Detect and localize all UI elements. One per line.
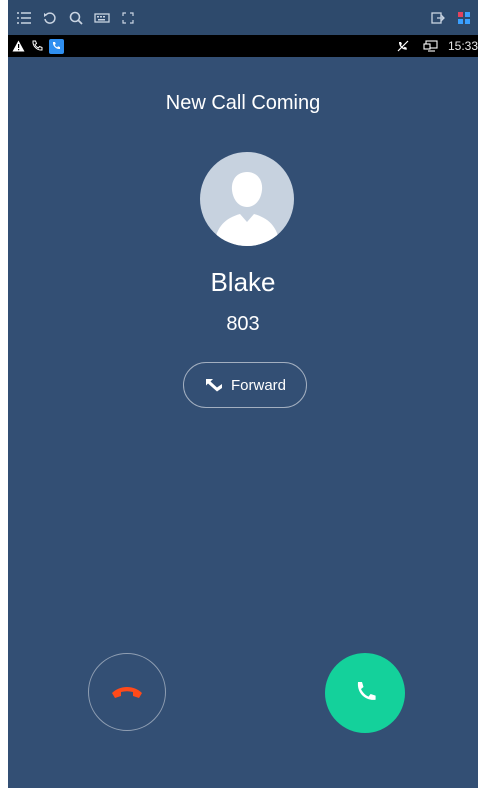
phone-outline-icon <box>31 40 43 52</box>
phone-icon <box>357 682 376 700</box>
answer-call-button[interactable] <box>325 653 405 733</box>
forward-arrow-icon <box>205 379 222 392</box>
status-time: 15:33 <box>447 39 478 53</box>
person-icon <box>214 172 280 246</box>
menu-icon[interactable] <box>12 6 36 30</box>
zoom-icon[interactable] <box>64 6 88 30</box>
reject-call-button[interactable] <box>88 653 166 731</box>
caller-name: Blake <box>210 267 276 297</box>
mute-icon <box>397 40 409 52</box>
phone-app-icon <box>49 38 64 54</box>
warning-icon <box>12 40 25 52</box>
forward-button[interactable]: Forward <box>183 362 307 408</box>
hang-up-icon <box>112 687 142 698</box>
refresh-icon[interactable] <box>38 6 62 30</box>
keyboard-icon[interactable] <box>90 6 114 30</box>
exit-icon[interactable] <box>426 6 450 30</box>
caller-number: 803 <box>226 313 260 335</box>
forward-label: Forward <box>230 376 286 394</box>
remote-toolbar <box>8 0 478 35</box>
screen-icon <box>423 40 438 52</box>
fullscreen-icon[interactable] <box>116 6 140 30</box>
caller-avatar <box>200 152 294 246</box>
grid-icon[interactable] <box>452 6 476 30</box>
incoming-call-screen: 15:33 New Call Coming Blake 803 Forward <box>8 0 478 788</box>
call-title: New Call Coming <box>165 92 321 114</box>
status-bar: 15:33 <box>8 35 478 57</box>
